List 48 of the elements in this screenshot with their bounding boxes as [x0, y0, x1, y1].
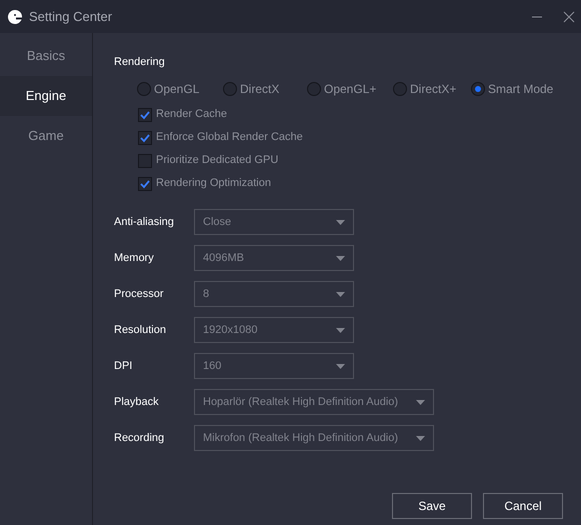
cancel-button[interactable]: Cancel [483, 493, 563, 519]
setting-label: Memory [114, 250, 155, 266]
checkbox[interactable] [138, 176, 152, 190]
sidebar-tab[interactable]: Engine [0, 76, 92, 116]
sidebar-tab[interactable]: Game [0, 116, 92, 156]
dropdown[interactable]: 8 [194, 281, 354, 307]
setting-label: Processor [114, 286, 165, 302]
close-icon[interactable] [563, 10, 575, 22]
dropdown[interactable]: 1920x1080 [194, 317, 354, 343]
caret-icon [336, 220, 345, 224]
checkbox-label: Rendering Optimization [156, 176, 271, 192]
section-title: Rendering [114, 55, 166, 70]
caret-icon [336, 364, 345, 368]
checkbox-label: Prioritize Dedicated GPU [156, 153, 278, 168]
radio-button[interactable] [393, 82, 407, 96]
checkbox[interactable] [138, 108, 152, 122]
caret-icon [336, 256, 345, 260]
radio-label: OpenGL+ [324, 81, 376, 98]
sidebar-tab[interactable]: Basics [0, 36, 92, 76]
radio-button[interactable] [471, 82, 485, 96]
setting-label: DPI [114, 358, 134, 374]
caret-icon [336, 328, 345, 332]
setting-label: Playback [114, 394, 160, 410]
app-logo-icon [7, 8, 23, 24]
dropdown[interactable]: 4096MB [194, 245, 354, 271]
caret-icon [416, 436, 425, 440]
checkbox[interactable] [138, 130, 152, 144]
radio-button[interactable] [137, 82, 151, 96]
checkbox[interactable] [138, 154, 152, 168]
save-button[interactable]: Save [392, 493, 472, 519]
radio-label: OpenGL [154, 81, 200, 98]
radio-label: DirectX [240, 81, 280, 98]
dropdown[interactable]: Close [194, 209, 354, 235]
setting-label: Resolution [114, 322, 167, 338]
setting-label: Anti-aliasing [114, 214, 175, 230]
radio-label: Smart Mode [488, 81, 554, 98]
checkbox-label: Enforce Global Render Cache [156, 130, 303, 146]
dropdown[interactable]: 160 [194, 353, 354, 379]
dropdown[interactable]: Hoparlör (Realtek High Definition Audio) [194, 389, 434, 415]
checkbox-label: Render Cache [156, 107, 227, 122]
setting-label: Recording [114, 430, 166, 446]
dropdown[interactable]: Mikrofon (Realtek High Definition Audio) [194, 425, 434, 451]
caret-icon [336, 292, 345, 296]
radio-button[interactable] [307, 82, 321, 96]
window-title: Setting Center [29, 8, 112, 26]
radio-button[interactable] [223, 82, 237, 96]
radio-label: DirectX+ [410, 81, 456, 98]
caret-icon [416, 400, 425, 404]
